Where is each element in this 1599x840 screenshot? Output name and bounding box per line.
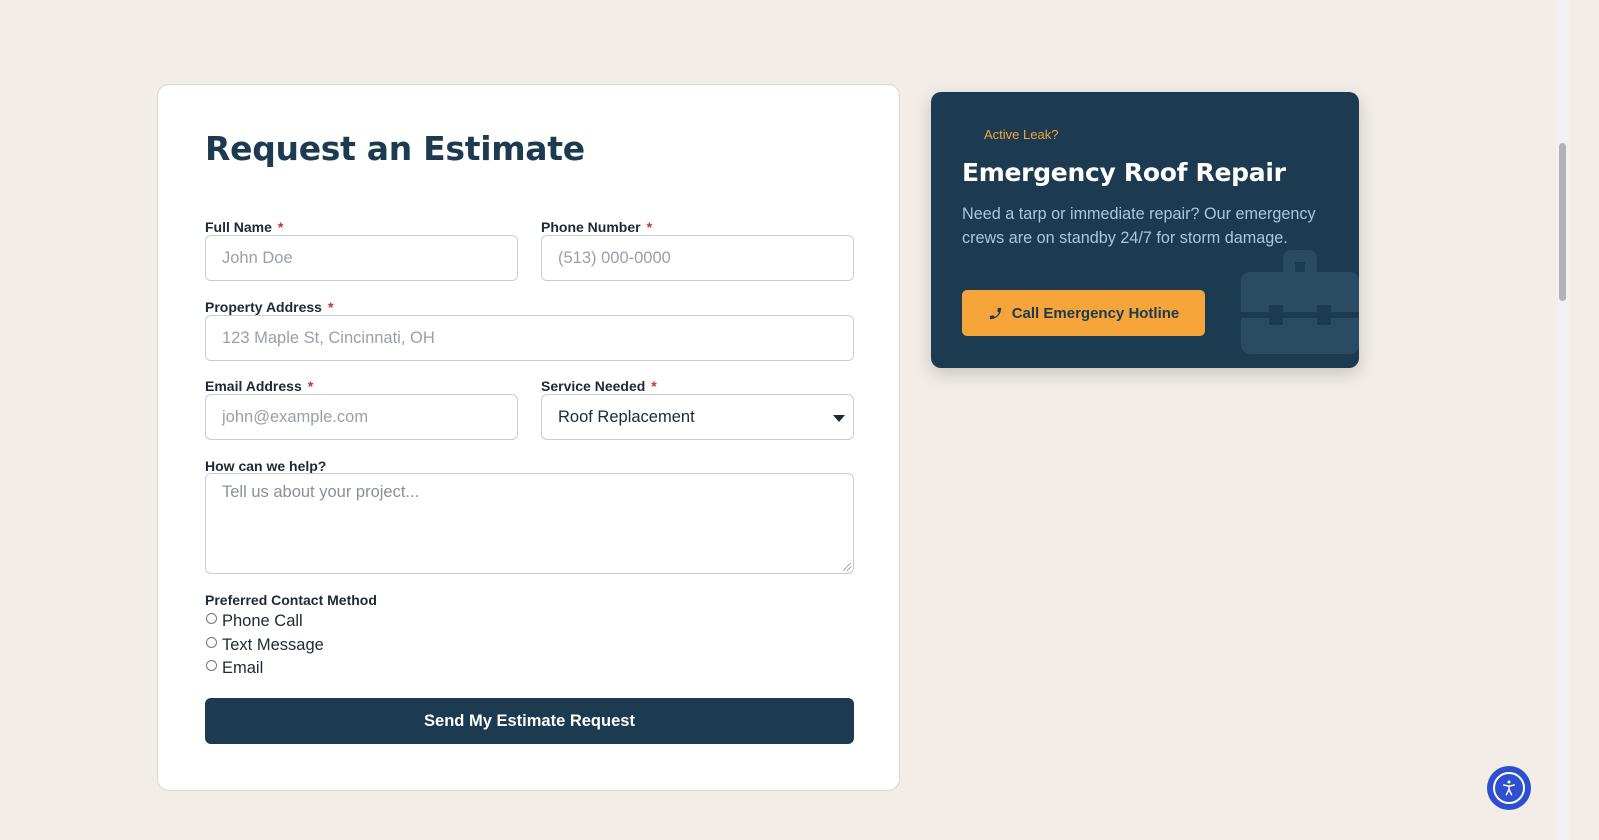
required-marker: * xyxy=(651,378,657,394)
service-label: Service Needed * xyxy=(541,378,657,394)
toolbox-icon xyxy=(1241,250,1359,354)
service-selected-value: Roof Replacement xyxy=(558,407,695,426)
radio-text-message[interactable] xyxy=(206,636,217,648)
email-label-text: Email Address xyxy=(205,378,302,394)
scrollbar-thumb[interactable] xyxy=(1559,143,1566,301)
address-label: Property Address * xyxy=(205,299,333,315)
emergency-title: Emergency Roof Repair xyxy=(962,158,1286,187)
full-name-input[interactable]: John Doe xyxy=(205,235,518,281)
full-name-label-text: Full Name xyxy=(205,219,272,235)
address-label-text: Property Address xyxy=(205,299,322,315)
phone-placeholder: (513) 000-0000 xyxy=(558,248,671,267)
required-marker: * xyxy=(277,219,284,235)
email-label: Email Address * xyxy=(205,378,313,394)
address-input[interactable]: 123 Maple St, Cincinnati, OH xyxy=(205,315,854,361)
call-button-label: Call Emergency Hotline xyxy=(1011,304,1180,322)
radio-email[interactable] xyxy=(206,659,217,671)
contact-option-label: Phone Call xyxy=(222,611,303,630)
contact-option-label: Email xyxy=(222,658,264,677)
required-marker: * xyxy=(646,219,653,235)
form-title: Request an Estimate xyxy=(205,129,585,168)
contact-option-text[interactable]: Text Message xyxy=(205,634,324,656)
accessibility-button[interactable] xyxy=(1487,766,1531,810)
address-placeholder: 123 Maple St, Cincinnati, OH xyxy=(222,328,435,347)
chevron-down-icon xyxy=(833,415,845,422)
email-input[interactable]: john@example.com xyxy=(205,394,518,440)
required-marker: * xyxy=(307,378,314,394)
service-select[interactable]: Roof Replacement xyxy=(541,394,854,440)
phone-icon xyxy=(989,307,1001,319)
phone-label-text: Phone Number xyxy=(541,219,641,235)
help-label: How can we help? xyxy=(205,458,327,474)
phone-input[interactable]: (513) 000-0000 xyxy=(541,235,854,281)
service-label-text: Service Needed xyxy=(541,378,646,394)
required-marker: * xyxy=(327,299,334,315)
help-textarea[interactable]: Tell us about your project... xyxy=(205,473,854,574)
full-name-placeholder: John Doe xyxy=(222,248,293,267)
accessibility-icon xyxy=(1493,772,1525,804)
email-placeholder: john@example.com xyxy=(222,407,369,426)
emergency-description: Need a tarp or immediate repair? Our eme… xyxy=(962,205,1316,247)
phone-label: Phone Number * xyxy=(541,219,652,235)
call-emergency-hotline-button[interactable]: Call Emergency Hotline xyxy=(962,290,1205,336)
page-scrollbar[interactable] xyxy=(1556,0,1569,840)
contact-option-email[interactable]: Email xyxy=(205,657,263,679)
emergency-card: Active Leak? Emergency Roof Repair Need … xyxy=(931,92,1359,368)
resize-handle-icon[interactable] xyxy=(843,563,851,571)
estimate-form-card: Request an Estimate Full Name * John Doe … xyxy=(157,84,900,791)
submit-estimate-button[interactable]: Send My Estimate Request xyxy=(205,698,854,744)
help-placeholder: Tell us about your project... xyxy=(222,483,420,501)
contact-option-phone[interactable]: Phone Call xyxy=(205,610,303,632)
emergency-tag: Active Leak? xyxy=(984,127,1059,142)
contact-option-label: Text Message xyxy=(222,635,324,654)
contact-method-label: Preferred Contact Method xyxy=(205,592,377,608)
full-name-label: Full Name * xyxy=(205,219,283,235)
radio-phone-call[interactable] xyxy=(206,612,217,624)
